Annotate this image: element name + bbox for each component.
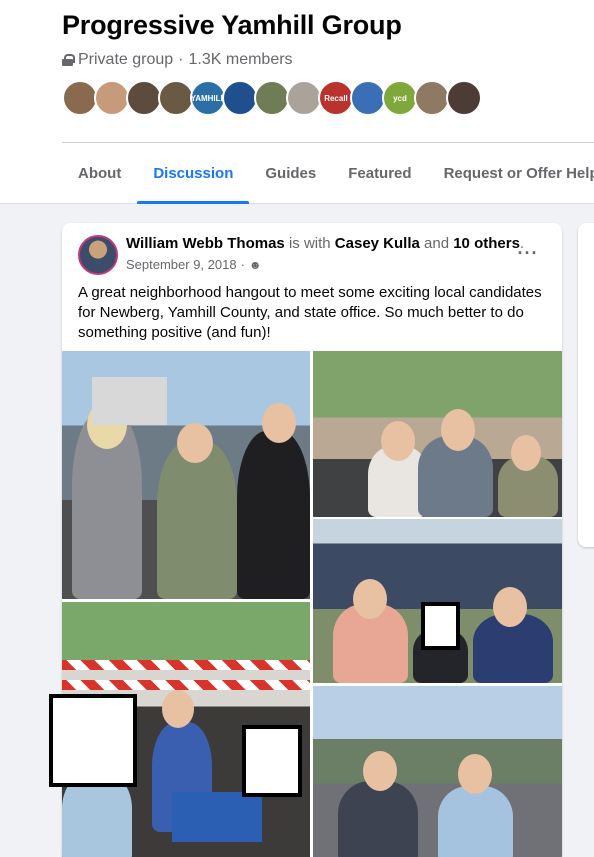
member-avatar[interactable] [286,80,322,116]
post-timestamp: September 9, 2018 · ☻ [126,257,262,272]
post-text: A great neighborhood hangout to meet som… [78,284,542,341]
member-avatar[interactable] [158,80,194,116]
tab-request-or-offer-help[interactable]: Request or Offer Help [428,143,594,203]
more-options-button[interactable]: ··· [516,241,540,265]
tagged-others[interactable]: 10 others [453,235,520,252]
tab-featured[interactable]: Featured [332,143,427,203]
member-avatar[interactable] [446,80,482,116]
member-avatar[interactable]: Recall [318,80,354,116]
tagged-person[interactable]: Casey Kulla [335,235,420,252]
group-audience-icon: ☻ [248,257,262,272]
redaction-box [242,725,302,797]
group-name[interactable]: Progressive Yamhill Group [62,10,402,41]
photo-2[interactable] [313,351,562,517]
group-tabs: About Discussion Guides Featured Request… [62,143,594,204]
group-privacy: Private group [78,51,174,68]
member-avatar[interactable] [414,80,450,116]
side-card [578,223,594,547]
photo-1[interactable] [62,351,310,599]
lock-icon [62,54,75,66]
post-date[interactable]: September 9, 2018 [126,257,237,272]
group-member-count[interactable]: 1.3K members [189,51,293,69]
member-avatar[interactable] [62,80,98,116]
member-avatar[interactable] [94,80,130,116]
member-avatar[interactable]: YAMHILL [190,80,226,116]
member-avatars: YAMHILL Recall ycd [62,80,482,116]
photo-grid [62,351,562,857]
member-avatar[interactable] [350,80,386,116]
member-avatar[interactable] [222,80,258,116]
group-meta: Private group · 1.3K members [62,51,293,69]
group-header: Progressive Yamhill Group Private group … [0,0,594,204]
author-name[interactable]: William Webb Thomas [126,235,285,252]
photo-3[interactable] [313,519,562,683]
tab-discussion[interactable]: Discussion [137,143,250,204]
redaction-box [421,602,460,650]
redaction-box [49,694,137,787]
post-author-line: William Webb Thomas is with Casey Kulla … [126,235,525,252]
member-avatar[interactable]: ycd [382,80,418,116]
tab-guides[interactable]: Guides [249,143,332,203]
member-avatar[interactable] [126,80,162,116]
post-card: William Webb Thomas is with Casey Kulla … [62,223,562,857]
tab-about[interactable]: About [62,143,137,203]
photo-5[interactable] [313,686,562,857]
meta-separator: · [178,51,184,68]
member-avatar[interactable] [254,80,290,116]
author-avatar[interactable] [78,235,118,275]
